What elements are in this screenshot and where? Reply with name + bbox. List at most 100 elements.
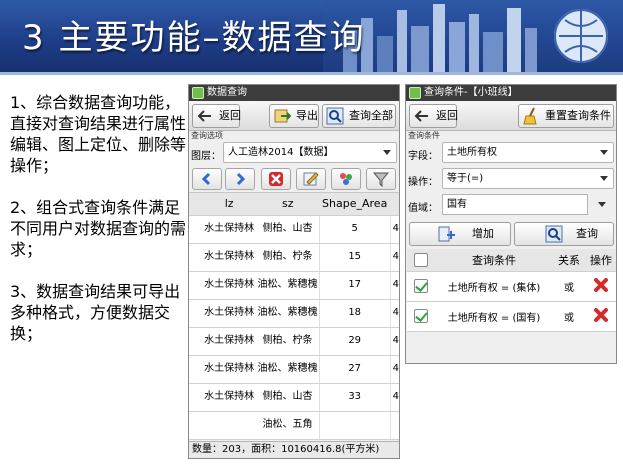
query-all-label: 查询全部 — [349, 109, 393, 122]
feature-notes: 1、综合数据查询功能，直接对查询结果进行属性编辑、图上定位、删除等操作； 2、组… — [10, 92, 186, 365]
cell-sz: 油松、五角 — [256, 411, 320, 440]
note-3: 3、数据查询结果可导出多种格式，方便数据交换； — [10, 282, 181, 343]
table-row[interactable]: 水土保持林 侧柏、柠条 29 4 — [189, 327, 399, 356]
back-arrow-icon — [197, 110, 211, 122]
table-row[interactable]: 水土保持林 油松、紫穗槐 17 4 — [189, 271, 399, 300]
edit-icon — [303, 172, 319, 186]
cell-lz: 水土保持林 — [202, 243, 257, 272]
column-header-sz[interactable]: sz — [256, 193, 320, 216]
field-label: 字段： — [408, 151, 438, 162]
cell-shape-area — [318, 411, 391, 440]
operator-value: 等于(=) — [447, 173, 484, 184]
window-titlebar: 数据查询 — [189, 85, 399, 101]
back-arrow-icon — [414, 110, 428, 122]
query-icon — [545, 225, 563, 243]
slide-title: 3 主要功能–数据查询 — [22, 18, 366, 58]
operator-label: 操作： — [408, 177, 438, 188]
select-all-header[interactable] — [407, 249, 435, 272]
edit-button[interactable] — [296, 168, 326, 190]
delete-icon — [269, 172, 283, 186]
column-header-shape-area[interactable]: Shape_Area — [319, 193, 391, 216]
table-row[interactable]: 油松、五角 — [189, 411, 399, 440]
cell-shape-area: 27 — [318, 355, 391, 384]
add-label: 增加 — [472, 227, 494, 240]
window-titlebar: 查询条件-【小班线】 — [406, 85, 616, 101]
condition-row[interactable]: 土地所有权 = (国有) 或 — [407, 301, 616, 332]
cell-lz: 水土保持林 — [202, 383, 257, 412]
cell-shape-area: 18 — [318, 299, 391, 328]
condition-checkbox[interactable] — [414, 309, 428, 323]
delete-icon[interactable] — [593, 307, 609, 323]
table-row[interactable]: 水土保持林 油松、紫穗槐 27 4 — [189, 355, 399, 384]
dropdown-arrow-icon — [383, 150, 391, 155]
back-label: 返回 — [219, 109, 241, 122]
row-handle — [189, 411, 203, 440]
cell-extra: 4 — [390, 355, 399, 384]
data-query-screen: 数据查询 返回 导出 查询全部 查询选项 图层： 人工造林2014【数据】 lz… — [188, 84, 400, 459]
condition-relation[interactable]: 或 — [553, 301, 585, 332]
field-row: 字段： 土地所有权 — [406, 141, 616, 167]
table-row[interactable]: 水土保持林 侧柏、山杏 5 4 — [189, 215, 399, 244]
cell-sz: 油松、紫穗槐 — [256, 299, 320, 328]
next-button[interactable] — [225, 168, 255, 190]
record-toolbar — [189, 165, 399, 193]
value-dropdown-arrow-icon[interactable] — [598, 202, 606, 207]
cell-lz: 水土保持林 — [202, 299, 257, 328]
operator-select[interactable]: 等于(=) — [442, 168, 614, 189]
previous-button[interactable] — [192, 168, 222, 190]
reset-conditions-button[interactable]: 重置查询条件 — [518, 104, 614, 128]
layer-select[interactable]: 人工造林2014【数据】 — [223, 142, 397, 163]
back-button[interactable]: 返回 — [192, 104, 241, 128]
delete-button[interactable] — [261, 168, 291, 190]
result-table: lz sz Shape_Area 水土保持林 侧柏、山杏 5 4 水土保持林 侧柏、柠条 1… — [189, 193, 399, 440]
value-input[interactable]: 国有 — [442, 194, 588, 215]
select-all-checkbox[interactable] — [414, 252, 428, 267]
query-all-button[interactable]: 查询全部 — [322, 104, 396, 128]
app-icon — [409, 87, 421, 99]
table-header-row: lz sz Shape_Area — [189, 193, 399, 216]
cell-shape-area: 15 — [318, 243, 391, 272]
export-button[interactable]: 导出 — [269, 104, 319, 128]
filter-button[interactable] — [366, 168, 396, 190]
table-row[interactable]: 水土保持林 侧柏、柠条 15 4 — [189, 243, 399, 272]
column-header-extra — [390, 193, 399, 216]
operator-row: 操作： 等于(=) — [406, 167, 616, 193]
condition-action-cell — [585, 301, 616, 332]
cell-sz: 侧柏、柠条 — [256, 327, 320, 356]
dropdown-arrow-icon — [600, 176, 608, 181]
cell-shape-area: 5 — [318, 215, 391, 244]
banner-divider — [0, 72, 623, 75]
layer-row: 图层： 人工造林2014【数据】 — [189, 141, 399, 165]
back-button[interactable]: 返回 — [409, 104, 458, 128]
query-options-label: 查询选项 — [191, 131, 223, 140]
add-condition-button[interactable]: 增加 — [409, 222, 511, 246]
table-row[interactable]: 水土保持林 侧柏、山杏 33 4 — [189, 383, 399, 412]
table-row[interactable]: 水土保持林 油松、紫穗槐 18 4 — [189, 299, 399, 328]
cell-sz: 侧柏、山杏 — [256, 215, 320, 244]
row-handle-header — [189, 193, 203, 216]
delete-icon[interactable] — [593, 277, 609, 293]
row-handle — [189, 243, 203, 272]
slide-banner: 3 主要功能–数据查询 — [0, 0, 623, 72]
note-2: 2、组合式查询条件满足不同用户对数据查询的需求； — [10, 198, 187, 259]
cell-lz — [202, 411, 257, 440]
condition-row[interactable]: 土地所有权 = (集体) 或 — [407, 271, 616, 302]
condition-table: 查询条件 关系 操作 土地所有权 = (集体) 或土地所有权 = (国有) 或 — [407, 249, 616, 332]
export-label: 导出 — [296, 109, 318, 122]
column-header-lz[interactable]: lz — [202, 193, 257, 216]
condition-relation[interactable]: 或 — [553, 271, 585, 302]
run-query-button[interactable]: 查询 — [514, 222, 614, 246]
condition-checkbox[interactable] — [414, 279, 428, 293]
value-label: 值域： — [408, 203, 438, 214]
cell-extra: 4 — [390, 299, 399, 328]
row-handle — [189, 355, 203, 384]
layers-button[interactable] — [331, 168, 361, 190]
cell-shape-area: 33 — [318, 383, 391, 412]
condition-text: 土地所有权 = (国有) — [435, 301, 553, 332]
field-select[interactable]: 土地所有权 — [442, 142, 614, 163]
layer-label: 图层： — [191, 151, 221, 162]
back-arrow-icon — [201, 172, 211, 186]
cell-lz: 水土保持林 — [202, 327, 257, 356]
cell-sz: 油松、紫穗槐 — [256, 355, 320, 384]
column-header-relation: 关系 — [553, 249, 585, 272]
